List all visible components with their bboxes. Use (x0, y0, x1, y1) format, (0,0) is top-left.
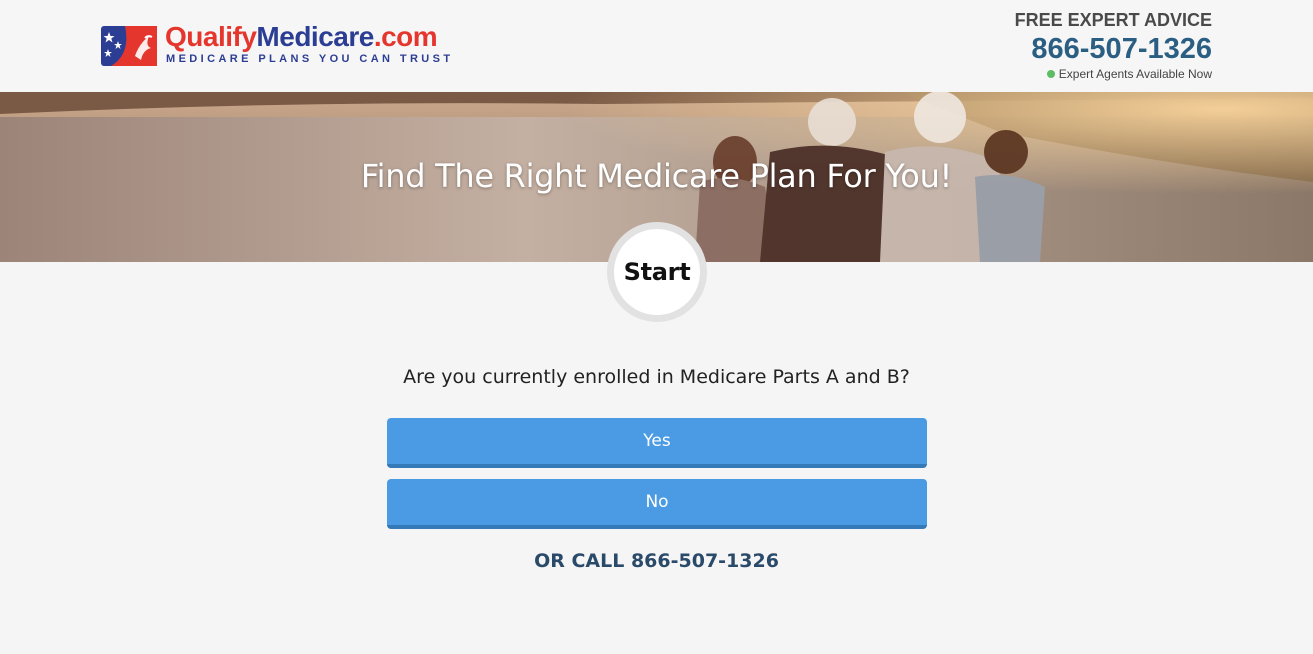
call-prefix: OR CALL (534, 550, 625, 572)
answer-no-button[interactable]: No (387, 479, 927, 529)
header-phone-link[interactable]: 866-507-1326 (1015, 31, 1212, 67)
online-status-dot-icon (1046, 70, 1055, 78)
call-phone-link[interactable]: 866-507-1326 (631, 550, 779, 572)
site-logo[interactable]: QualifyMedicare.com MEDICARE PLANS YOU C… (101, 21, 461, 68)
logo-wordmark: QualifyMedicare.com (165, 20, 438, 54)
expert-advice-title: FREE EXPERT ADVICE (1014, 10, 1212, 30)
answer-yes-button[interactable]: Yes (387, 418, 927, 468)
page: QualifyMedicare.com MEDICARE PLANS YOU C… (0, 0, 1313, 654)
expert-advice-block: FREE EXPERT ADVICE 866-507-1326 Expert A… (1015, 9, 1212, 81)
site-header: QualifyMedicare.com MEDICARE PLANS YOU C… (0, 0, 1313, 92)
flag-eagle-logo-icon (101, 26, 157, 66)
enrollment-question: Are you currently enrolled in Medicare P… (403, 366, 910, 388)
logo-wordmark-dotcom: .com (373, 21, 438, 52)
call-line: OR CALL 866-507-1326 (0, 548, 1313, 574)
hero-title: Find The Right Medicare Plan For You! (360, 157, 953, 195)
step-badge: Start (607, 222, 707, 322)
logo-wordmark-medicare: Medicare (256, 21, 374, 52)
step-label: Start (623, 258, 691, 286)
logo-wordmark-qualify: Qualify (165, 21, 257, 52)
agent-availability-status: Expert Agents Available Now (1015, 67, 1212, 81)
logo-tagline: MEDICARE PLANS YOU CAN TRUST (166, 53, 454, 65)
agent-availability-text: Expert Agents Available Now (1058, 67, 1212, 81)
